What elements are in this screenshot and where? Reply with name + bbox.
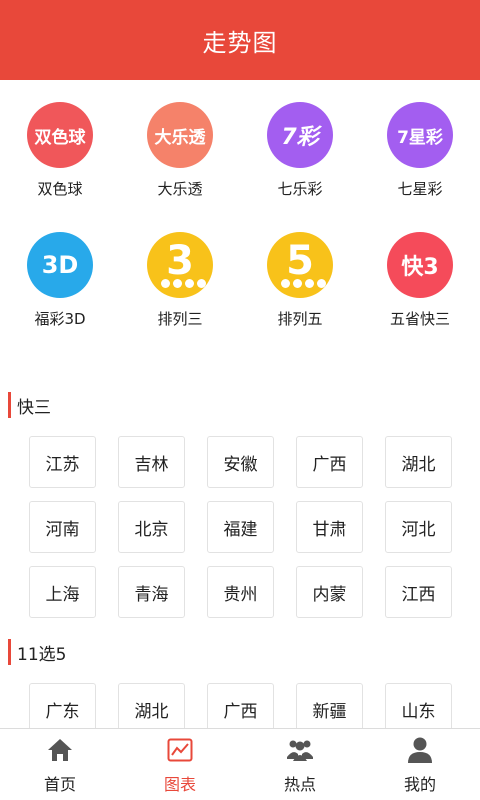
- dots-decoration: [161, 279, 206, 288]
- lottery-item-pl3[interactable]: 3 排列三: [120, 232, 240, 362]
- lottery-label: 大乐透: [157, 180, 203, 198]
- lottery-label: 七星彩: [397, 180, 443, 198]
- pl3-logo-icon: 3: [147, 232, 213, 298]
- region-grid-11x5: 广东 湖北 广西 新疆 山东: [29, 683, 452, 728]
- bottom-tab-bar: 首页 图表 热点 我的: [0, 728, 480, 800]
- section-header-11x5: 11选5: [8, 639, 66, 665]
- tab-chart[interactable]: 图表: [120, 729, 240, 800]
- people-icon: [285, 735, 315, 765]
- lottery-label: 排列三: [157, 310, 203, 328]
- region-button[interactable]: 湖北: [385, 436, 452, 488]
- lottery-label: 双色球: [37, 180, 83, 198]
- ssq-logo-icon: 双色球: [27, 102, 93, 168]
- region-button[interactable]: 江苏: [29, 436, 96, 488]
- tab-home[interactable]: 首页: [0, 729, 120, 800]
- region-button[interactable]: 山东: [385, 683, 452, 728]
- lottery-label: 五省快三: [389, 310, 450, 328]
- wsk3-logo-icon: 快3: [387, 232, 453, 298]
- region-button[interactable]: 上海: [29, 566, 96, 618]
- region-button[interactable]: 北京: [118, 501, 185, 553]
- lottery-item-pl5[interactable]: 5 排列五: [240, 232, 360, 362]
- region-button[interactable]: 安徽: [207, 436, 274, 488]
- region-button[interactable]: 湖北: [118, 683, 185, 728]
- lottery-item-qxc[interactable]: 7星彩 七星彩: [360, 102, 480, 232]
- region-button[interactable]: 江西: [385, 566, 452, 618]
- dlt-logo-icon: 大乐透: [147, 102, 213, 168]
- tab-label: 热点: [283, 775, 316, 794]
- chart-icon: [165, 735, 195, 765]
- lottery-item-qlc[interactable]: 7彩 七乐彩: [240, 102, 360, 232]
- lottery-item-fc3d[interactable]: 3D 福彩3D: [0, 232, 120, 362]
- qlc-logo-icon: 7彩: [267, 102, 333, 168]
- region-button[interactable]: 内蒙: [296, 566, 363, 618]
- tab-hot[interactable]: 热点: [240, 729, 360, 800]
- region-button[interactable]: 吉林: [118, 436, 185, 488]
- app-header: 走势图: [0, 0, 480, 80]
- lottery-label: 七乐彩: [277, 180, 323, 198]
- fc3d-logo-icon: 3D: [27, 232, 93, 298]
- tab-label: 首页: [43, 775, 76, 794]
- region-button[interactable]: 广东: [29, 683, 96, 728]
- user-icon: [405, 735, 435, 765]
- qxc-logo-icon: 7星彩: [387, 102, 453, 168]
- region-button[interactable]: 甘肃: [296, 501, 363, 553]
- tab-mine[interactable]: 我的: [360, 729, 480, 800]
- lottery-item-wsk3[interactable]: 快3 五省快三: [360, 232, 480, 362]
- lottery-item-ssq[interactable]: 双色球 双色球: [0, 102, 120, 232]
- dots-decoration: [281, 279, 326, 288]
- tab-label: 我的: [403, 775, 436, 794]
- region-button[interactable]: 贵州: [207, 566, 274, 618]
- home-icon: [45, 735, 75, 765]
- region-button[interactable]: 福建: [207, 501, 274, 553]
- lottery-grid: 双色球 双色球 大乐透 大乐透 7彩 七乐彩 7星彩 七星彩 3D 福彩3D 3…: [0, 80, 480, 348]
- region-button[interactable]: 新疆: [296, 683, 363, 728]
- lottery-label: 福彩3D: [34, 310, 86, 328]
- region-button[interactable]: 青海: [118, 566, 185, 618]
- region-button[interactable]: 河北: [385, 501, 452, 553]
- pl5-logo-icon: 5: [267, 232, 333, 298]
- region-button[interactable]: 广西: [207, 683, 274, 728]
- region-grid-k3: 江苏 吉林 安徽 广西 湖北 河南 北京 福建 甘肃 河北 上海 青海 贵州 内…: [29, 436, 452, 618]
- region-button[interactable]: 广西: [296, 436, 363, 488]
- tab-label: 图表: [163, 775, 196, 794]
- page-title: 走势图: [202, 28, 278, 57]
- lottery-item-dlt[interactable]: 大乐透 大乐透: [120, 102, 240, 232]
- section-header-k3: 快三: [8, 392, 51, 418]
- region-button[interactable]: 河南: [29, 501, 96, 553]
- lottery-label: 排列五: [277, 310, 323, 328]
